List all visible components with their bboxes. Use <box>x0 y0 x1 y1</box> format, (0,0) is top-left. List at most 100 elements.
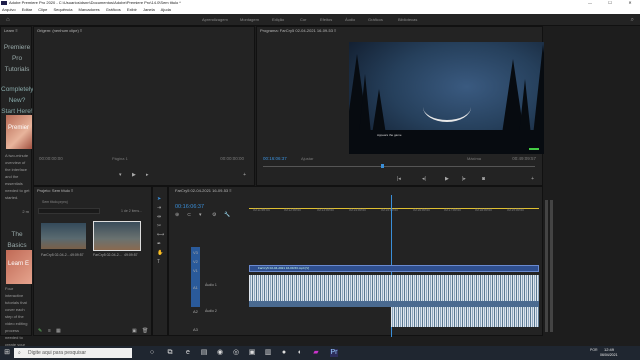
workspace-tab-learning[interactable]: Aprendizagem <box>202 14 228 26</box>
menu-sequence[interactable]: Sequência <box>54 7 73 12</box>
menu-view[interactable]: Exibir <box>127 7 137 12</box>
spotify-icon[interactable]: ● <box>280 349 288 357</box>
project-item-count: 1 de 2 itens... <box>121 209 143 213</box>
program-fit-select[interactable]: Ajustar <box>301 156 313 161</box>
project-icon-view-icon[interactable]: ▦ <box>56 328 61 334</box>
source-page-select[interactable]: Página 1 <box>112 156 128 161</box>
tools-panel: ➤ ⇥ ⇹ ✂ ⟷ ✒ ✋ T <box>152 186 168 336</box>
timeline-marker-icon[interactable]: ▾ <box>199 212 202 218</box>
project-list-view-icon[interactable]: ≡ <box>48 328 51 334</box>
start-menu-icon[interactable]: ⊞ <box>3 349 11 357</box>
timeline-header[interactable]: FarCry5 02-04-2021 16-09-53 ≡ <box>169 187 542 195</box>
input-language[interactable]: POR <box>590 348 598 352</box>
premiere-pro-active-icon[interactable]: Pr <box>330 349 338 357</box>
project-clip-name-2: FarCry5 02-04-2... <box>93 253 122 257</box>
program-quality-select[interactable]: Máxima <box>467 156 481 161</box>
firefox-icon[interactable]: ◉ <box>216 349 224 357</box>
program-play-icon[interactable]: ▶ <box>445 176 449 182</box>
timeline-playhead-timecode[interactable]: 00:16:06:37 <box>175 204 204 210</box>
source-play-icon[interactable]: ▶ <box>132 172 136 178</box>
menu-file[interactable]: Arquivo <box>2 7 16 12</box>
project-clip-thumbnail-2[interactable] <box>93 221 141 251</box>
track-label-v2[interactable]: V2 <box>193 259 198 264</box>
workspace-tab-graphics[interactable]: Gráficos <box>368 14 383 26</box>
timeline-snap-icon[interactable]: ⊕ <box>175 212 179 218</box>
learn-panel-header[interactable]: Learn ≡ <box>1 27 31 35</box>
store-icon[interactable]: ▥ <box>264 349 272 357</box>
type-tool-icon[interactable]: T <box>157 259 160 265</box>
ripple-edit-tool-icon[interactable]: ⇹ <box>157 214 161 220</box>
tutorial-1-duration: 2 m <box>22 209 29 214</box>
program-step-back-icon[interactable]: ◂| <box>422 176 426 182</box>
source-step-icon[interactable]: ▸ <box>146 172 149 178</box>
workspace-tab-editing[interactable]: Edição <box>272 14 284 26</box>
project-panel-header[interactable]: Projeto: Sem título ≡ <box>34 187 151 195</box>
program-mark-in-icon[interactable]: |◂ <box>397 176 401 182</box>
project-new-item-icon[interactable]: ▣ <box>132 328 137 334</box>
track-label-v3[interactable]: V3 <box>193 250 198 255</box>
project-lock-icon[interactable]: ✎ <box>38 328 42 334</box>
a1-audio-waveform[interactable] <box>249 275 539 301</box>
selection-tool-icon[interactable]: ➤ <box>157 196 161 202</box>
menu-edit[interactable]: Editar <box>22 7 32 12</box>
program-scrubber-bar[interactable] <box>263 166 535 167</box>
workspace-tab-assembly[interactable]: Montagem <box>240 14 259 26</box>
cortana-icon[interactable]: ○ <box>148 349 156 357</box>
pen-tool-icon[interactable]: ✒ <box>157 241 161 247</box>
workspace-tab-libraries[interactable]: Bibliotecas <box>398 14 417 26</box>
track-label-a1[interactable]: A1 <box>193 285 198 290</box>
program-monitor-header[interactable]: Programa: FarCry5 02-04-2021 16-09-53 ≡ <box>257 27 542 35</box>
program-side-area <box>544 26 640 186</box>
menu-clip[interactable]: Clipe <box>38 7 47 12</box>
tutorial-thumbnail-2[interactable]: Learn E <box>6 250 32 284</box>
menu-graphics[interactable]: Gráficos <box>106 7 121 12</box>
taskbar-clock-time[interactable]: 12:49 <box>604 347 614 352</box>
workspace-tab-color[interactable]: Cor <box>300 14 306 26</box>
explorer-icon[interactable]: ▤ <box>200 349 208 357</box>
hand-tool-icon[interactable]: ✋ <box>157 250 163 256</box>
project-trash-icon[interactable]: 🗑 <box>142 328 148 334</box>
track-label-a3[interactable]: A3 <box>193 327 198 332</box>
project-clip-name-1: FarCry5 02-04-2... <box>41 253 70 257</box>
ruler-tick: 00:18:59:50 <box>475 208 492 212</box>
timeline-wrench-icon[interactable]: 🔧 <box>224 212 230 218</box>
timeline-linked-icon[interactable]: ⊂ <box>187 212 191 218</box>
program-add-button-icon[interactable]: + <box>531 176 534 182</box>
source-mark-in-icon[interactable]: ▾ <box>119 172 122 178</box>
track-select-tool-icon[interactable]: ⇥ <box>157 205 161 211</box>
track-label-a2[interactable]: A2 <box>193 309 198 314</box>
menu-markers[interactable]: Marcadores <box>79 7 100 12</box>
slip-tool-icon[interactable]: ⟷ <box>157 232 164 238</box>
timeline-settings-icon[interactable]: ⚙ <box>212 212 216 218</box>
task-view-icon[interactable]: ⧉ <box>166 349 174 357</box>
a2-audio-waveform[interactable] <box>391 307 539 327</box>
project-filename: Sem titulo.prproj <box>42 200 68 204</box>
premiere-taskbar-icon[interactable]: ▰ <box>312 349 320 357</box>
taskbar-search-box[interactable]: ⌕ Digite aqui para pesquisar <box>14 348 132 358</box>
chrome-icon[interactable]: ◎ <box>232 349 240 357</box>
tutorial-thumbnail-1[interactable]: Premier <box>6 115 32 149</box>
project-clip-thumbnail-1[interactable] <box>41 223 86 249</box>
project-search-input[interactable] <box>38 208 100 214</box>
program-playhead[interactable] <box>381 164 384 168</box>
source-timecode-in[interactable]: 00:00:00:00 <box>39 156 63 161</box>
workspace-tab-effects[interactable]: Efeitos <box>320 14 332 26</box>
steam-icon[interactable]: ◐ <box>296 349 304 357</box>
learn-intro: Completely New? Start Here! <box>1 86 34 115</box>
source-add-button-icon[interactable]: + <box>243 172 246 178</box>
v1-clip[interactable]: FarCry5 02-04-2021 16-09-53.mp4 [V] <box>249 265 539 272</box>
source-monitor-header[interactable]: Origem: (nenhum clipe) ≡ <box>34 27 254 35</box>
razor-tool-icon[interactable]: ✂ <box>157 223 161 229</box>
program-playhead-timecode[interactable]: 00:16:06:37 <box>263 156 287 161</box>
program-export-frame-icon[interactable]: ◙ <box>482 176 485 182</box>
track-label-v1[interactable]: V1 <box>193 268 198 273</box>
search-help-icon[interactable]: ⌕ <box>631 17 634 24</box>
program-step-forward-icon[interactable]: |▸ <box>462 176 466 182</box>
edge-icon[interactable]: e <box>184 349 192 357</box>
workspace-tab-audio[interactable]: Áudio <box>345 14 355 26</box>
menu-help[interactable]: Ajuda <box>161 7 171 12</box>
photos-icon[interactable]: ▣ <box>248 349 256 357</box>
taskbar-clock-date[interactable]: 06/04/2021 <box>600 353 618 357</box>
menu-window[interactable]: Janela <box>143 7 155 12</box>
home-icon[interactable]: ⌂ <box>6 17 12 23</box>
